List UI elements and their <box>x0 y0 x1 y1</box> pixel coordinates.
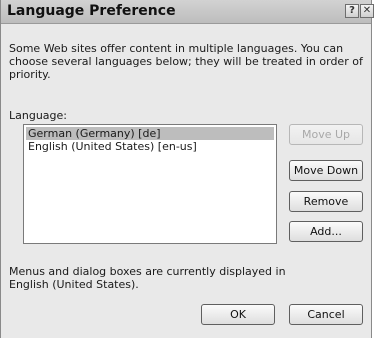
add-button[interactable]: Add... <box>289 221 363 242</box>
language-preference-dialog: Language Preference ? ✕ Some Web sites o… <box>0 0 374 338</box>
ok-button[interactable]: OK <box>201 304 275 325</box>
move-down-button[interactable]: Move Down <box>289 160 363 181</box>
language-label: Language: <box>9 109 67 122</box>
close-icon[interactable]: ✕ <box>360 4 374 18</box>
list-item-english[interactable]: English (United States) [en-us] <box>26 140 197 153</box>
language-listbox[interactable]: German (Germany) [de] English (United St… <box>23 124 277 244</box>
help-icon[interactable]: ? <box>345 4 359 18</box>
display-language-note: Menus and dialog boxes are currently dis… <box>9 265 286 291</box>
list-item-german[interactable]: German (Germany) [de] <box>26 127 274 140</box>
dialog-title: Language Preference <box>7 3 176 19</box>
remove-button[interactable]: Remove <box>289 191 363 212</box>
cancel-button[interactable]: Cancel <box>289 304 363 325</box>
move-up-button[interactable]: Move Up <box>289 124 363 145</box>
title-bar[interactable]: Language Preference ? ✕ <box>1 0 374 24</box>
description-text: Some Web sites offer content in multiple… <box>9 42 363 81</box>
